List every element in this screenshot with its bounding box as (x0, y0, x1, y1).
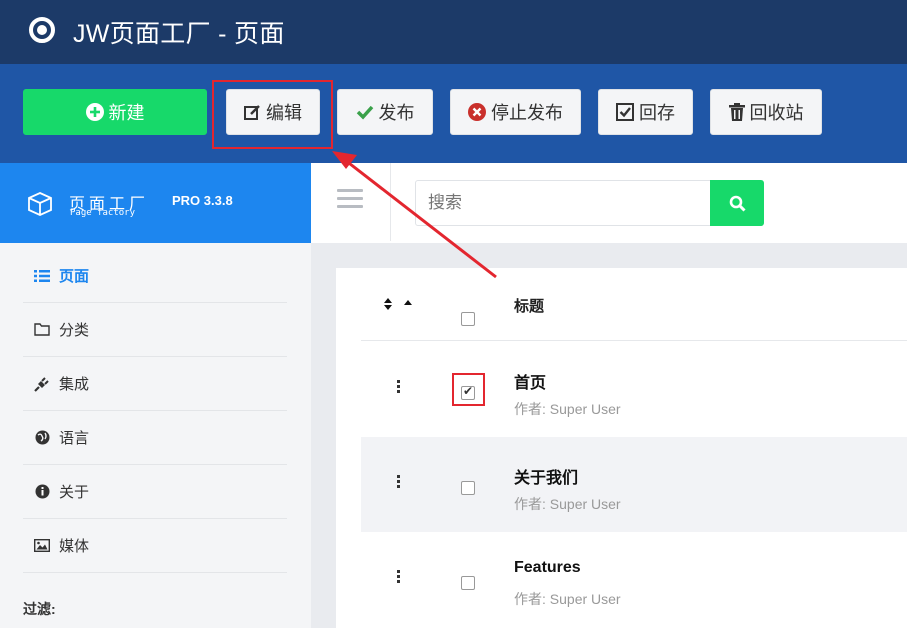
sidebar-item-categories[interactable]: 分类 (23, 303, 287, 357)
cube-icon (27, 191, 53, 222)
toolbar: 新建 编辑 发布 停止发布 回存 回收站 (0, 64, 907, 163)
row-title[interactable]: 首页 (514, 369, 546, 393)
times-circle-icon (468, 103, 486, 121)
list-icon (33, 269, 51, 282)
trash-button-label: 回收站 (749, 103, 804, 123)
drag-handle-icon[interactable] (397, 380, 401, 395)
row-title[interactable]: 关于我们 (514, 464, 578, 488)
drag-handle-icon[interactable] (397, 570, 401, 585)
brand-version: PRO 3.3.8 (172, 193, 233, 208)
plus-circle-icon (85, 103, 104, 121)
sidebar-item-label: 关于 (59, 484, 90, 501)
page-list: 标题 首页 作者: Super User 关于我们 作者: Super User… (336, 268, 907, 628)
row-author: 作者: Super User (514, 591, 621, 607)
edit-button-highlight (212, 80, 333, 149)
globe-icon (33, 430, 51, 445)
sidebar-item-label: 分类 (59, 322, 90, 339)
search-button[interactable] (710, 180, 764, 226)
publish-button-label: 发布 (378, 103, 415, 123)
menu-toggle-icon[interactable] (337, 189, 363, 213)
table-row: 首页 作者: Super User (361, 342, 907, 437)
search-header (311, 163, 907, 243)
unpublish-button[interactable]: 停止发布 (450, 89, 581, 135)
checkbox-highlight (452, 373, 485, 406)
select-all-checkbox[interactable] (461, 312, 475, 326)
row-author: 作者: Super User (514, 496, 621, 512)
sidebar-item-pages[interactable]: 页面 (23, 249, 287, 303)
page-title: JW页面工厂 - 页面 (73, 20, 285, 48)
publish-button[interactable]: 发布 (337, 89, 433, 135)
search-input[interactable] (415, 180, 711, 226)
archive-button[interactable]: 回存 (598, 89, 693, 135)
table-row: Features 作者: Super User (361, 532, 907, 627)
table-header: 标题 (361, 268, 907, 341)
row-checkbox[interactable] (461, 481, 475, 495)
divider (390, 163, 391, 241)
image-icon (33, 539, 51, 552)
new-button-label: 新建 (108, 103, 145, 123)
row-title[interactable]: Features (514, 559, 581, 577)
plug-icon (33, 376, 51, 392)
sidebar: 页面 分类 集成 语言 关于 媒体 过滤: (0, 243, 311, 628)
sidebar-item-languages[interactable]: 语言 (23, 411, 287, 465)
trash-icon (728, 103, 745, 121)
new-button[interactable]: 新建 (23, 89, 207, 135)
sidebar-item-label: 页面 (59, 268, 90, 285)
brand-subtitle: Page factory (70, 208, 136, 218)
sidebar-item-label: 语言 (59, 430, 90, 447)
drag-handle-icon[interactable] (397, 475, 401, 490)
check-icon (356, 104, 374, 120)
column-header-title: 标题 (514, 298, 545, 315)
filter-label: 过滤: (23, 601, 56, 617)
info-icon (33, 484, 51, 499)
app-logo-icon (29, 17, 55, 43)
sidebar-item-media[interactable]: 媒体 (23, 519, 287, 573)
unpublish-button-label: 停止发布 (491, 103, 563, 123)
sort-icon[interactable] (383, 297, 419, 315)
title-bar: JW页面工厂 - 页面 (0, 0, 907, 64)
check-square-icon (616, 103, 634, 121)
brand-panel: 页面工厂 Page factory PRO 3.3.8 (0, 163, 311, 243)
folder-icon (33, 323, 51, 336)
sidebar-item-label: 集成 (59, 376, 90, 393)
sidebar-item-integrations[interactable]: 集成 (23, 357, 287, 411)
sidebar-item-label: 媒体 (59, 538, 90, 555)
trash-button[interactable]: 回收站 (710, 89, 822, 135)
archive-button-label: 回存 (639, 103, 675, 123)
table-row: 关于我们 作者: Super User (361, 437, 907, 532)
search-icon (729, 195, 746, 212)
row-author: 作者: Super User (514, 401, 621, 417)
sidebar-item-about[interactable]: 关于 (23, 465, 287, 519)
row-checkbox[interactable] (461, 576, 475, 590)
